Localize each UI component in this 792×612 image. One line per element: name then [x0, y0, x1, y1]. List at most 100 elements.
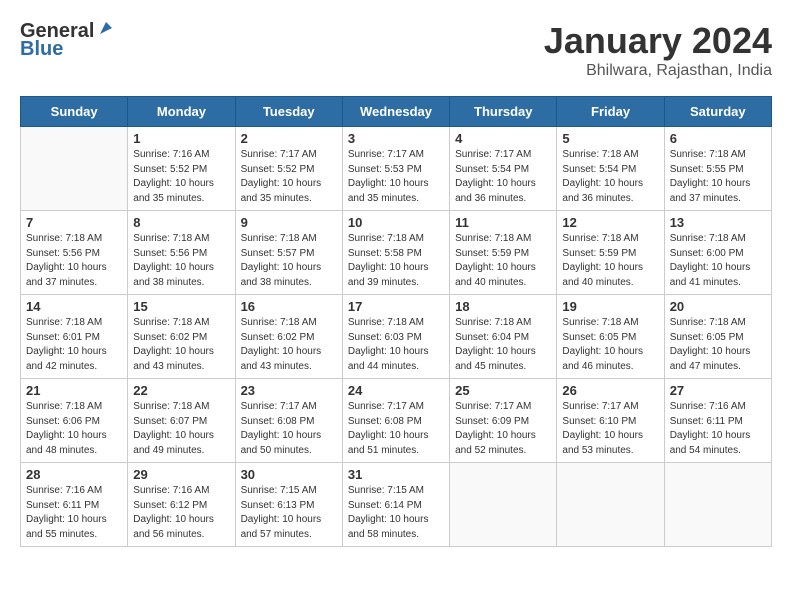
- day-number: 26: [562, 383, 658, 398]
- day-number: 16: [241, 299, 337, 314]
- day-info: Sunrise: 7:18 AMSunset: 5:54 PMDaylight:…: [562, 148, 658, 206]
- weekday-header: Thursday: [450, 97, 557, 127]
- calendar-cell: 20 Sunrise: 7:18 AMSunset: 6:05 PMDayligh…: [664, 295, 771, 379]
- weekday-header: Monday: [128, 97, 235, 127]
- calendar-cell: 19 Sunrise: 7:18 AMSunset: 6:05 PMDayligh…: [557, 295, 664, 379]
- calendar-cell: 4Sunrise: 7:17 AMSunset: 5:54 PMDaylight…: [450, 127, 557, 211]
- calendar-cell: 2 Sunrise: 7:17 AMSunset: 5:52 PMDaylight…: [235, 127, 342, 211]
- day-info: Sunrise: 7:18 AMSunset: 5:57 PMDaylight:…: [241, 232, 337, 290]
- day-number: 18: [455, 299, 551, 314]
- day-number: 8: [133, 215, 229, 230]
- day-info: Sunrise: 7:18 AMSunset: 5:59 PMDaylight:…: [455, 232, 551, 290]
- day-number: 27: [670, 383, 766, 398]
- calendar-cell: [21, 127, 128, 211]
- day-number: 31: [348, 467, 444, 482]
- day-info: Sunrise: 7:18 AMSunset: 5:56 PMDaylight:…: [133, 232, 229, 290]
- day-number: 17: [348, 299, 444, 314]
- day-info: Sunrise: 7:18 AMSunset: 6:00 PMDaylight:…: [670, 232, 766, 290]
- calendar-cell: [557, 463, 664, 547]
- weekday-header: Saturday: [664, 97, 771, 127]
- day-number: 29: [133, 467, 229, 482]
- calendar-cell: 15 Sunrise: 7:18 AMSunset: 6:02 PMDayligh…: [128, 295, 235, 379]
- calendar-cell: 13 Sunrise: 7:18 AMSunset: 6:00 PMDayligh…: [664, 211, 771, 295]
- calendar-cell: 3Sunrise: 7:17 AMSunset: 5:53 PMDaylight…: [342, 127, 449, 211]
- day-info: Sunrise: 7:16 AMSunset: 6:11 PMDaylight:…: [26, 484, 122, 542]
- day-info: Sunrise: 7:15 AMSunset: 6:13 PMDaylight:…: [241, 484, 337, 542]
- calendar-week-row: 7Sunrise: 7:18 AMSunset: 5:56 PMDaylight…: [21, 211, 772, 295]
- day-info: Sunrise: 7:18 AMSunset: 5:59 PMDaylight:…: [562, 232, 658, 290]
- day-info: Sunrise: 7:18 AMSunset: 6:01 PMDaylight:…: [26, 316, 122, 374]
- calendar-cell: 6 Sunrise: 7:18 AMSunset: 5:55 PMDaylight…: [664, 127, 771, 211]
- day-number: 13: [670, 215, 766, 230]
- day-number: 11: [455, 215, 551, 230]
- weekday-header-row: SundayMondayTuesdayWednesdayThursdayFrid…: [21, 97, 772, 127]
- calendar-cell: 1 Sunrise: 7:16 AMSunset: 5:52 PMDaylight…: [128, 127, 235, 211]
- day-info: Sunrise: 7:18 AMSunset: 6:07 PMDaylight:…: [133, 400, 229, 458]
- weekday-header: Friday: [557, 97, 664, 127]
- day-number: 28: [26, 467, 122, 482]
- weekday-header: Wednesday: [342, 97, 449, 127]
- month-title: January 2024: [544, 20, 772, 62]
- day-info: Sunrise: 7:18 AMSunset: 5:58 PMDaylight:…: [348, 232, 444, 290]
- day-info: Sunrise: 7:18 AMSunset: 6:05 PMDaylight:…: [670, 316, 766, 374]
- calendar-cell: 27 Sunrise: 7:16 AMSunset: 6:11 PMDayligh…: [664, 379, 771, 463]
- day-info: Sunrise: 7:17 AMSunset: 5:52 PMDaylight:…: [241, 148, 337, 206]
- day-number: 5: [562, 131, 658, 146]
- calendar-table: SundayMondayTuesdayWednesdayThursdayFrid…: [20, 96, 772, 547]
- calendar-week-row: 14 Sunrise: 7:18 AMSunset: 6:01 PMDayligh…: [21, 295, 772, 379]
- day-number: 22: [133, 383, 229, 398]
- day-number: 9: [241, 215, 337, 230]
- weekday-header: Sunday: [21, 97, 128, 127]
- day-info: Sunrise: 7:15 AMSunset: 6:14 PMDaylight:…: [348, 484, 444, 542]
- calendar-cell: 12 Sunrise: 7:18 AMSunset: 5:59 PMDayligh…: [557, 211, 664, 295]
- page-header: General Blue January 2024 Bhilwara, Raja…: [20, 20, 772, 80]
- weekday-header: Tuesday: [235, 97, 342, 127]
- day-number: 3: [348, 131, 444, 146]
- calendar-cell: 26 Sunrise: 7:17 AMSunset: 6:10 PMDayligh…: [557, 379, 664, 463]
- day-number: 15: [133, 299, 229, 314]
- day-info: Sunrise: 7:18 AMSunset: 5:55 PMDaylight:…: [670, 148, 766, 206]
- calendar-cell: 9 Sunrise: 7:18 AMSunset: 5:57 PMDaylight…: [235, 211, 342, 295]
- calendar-cell: 31 Sunrise: 7:15 AMSunset: 6:14 PMDayligh…: [342, 463, 449, 547]
- day-number: 2: [241, 131, 337, 146]
- day-info: Sunrise: 7:18 AMSunset: 6:04 PMDaylight:…: [455, 316, 551, 374]
- calendar-cell: 7Sunrise: 7:18 AMSunset: 5:56 PMDaylight…: [21, 211, 128, 295]
- day-number: 6: [670, 131, 766, 146]
- day-number: 30: [241, 467, 337, 482]
- day-info: Sunrise: 7:17 AMSunset: 6:08 PMDaylight:…: [241, 400, 337, 458]
- day-number: 14: [26, 299, 122, 314]
- calendar-cell: 18 Sunrise: 7:18 AMSunset: 6:04 PMDayligh…: [450, 295, 557, 379]
- day-number: 20: [670, 299, 766, 314]
- logo-bird-icon: [96, 20, 114, 38]
- calendar-cell: 5 Sunrise: 7:18 AMSunset: 5:54 PMDaylight…: [557, 127, 664, 211]
- calendar-cell: 22 Sunrise: 7:18 AMSunset: 6:07 PMDayligh…: [128, 379, 235, 463]
- day-number: 1: [133, 131, 229, 146]
- logo-text-blue: Blue: [20, 38, 114, 60]
- day-number: 4: [455, 131, 551, 146]
- calendar-cell: [450, 463, 557, 547]
- day-info: Sunrise: 7:18 AMSunset: 6:05 PMDaylight:…: [562, 316, 658, 374]
- day-number: 19: [562, 299, 658, 314]
- day-info: Sunrise: 7:16 AMSunset: 6:11 PMDaylight:…: [670, 400, 766, 458]
- day-info: Sunrise: 7:18 AMSunset: 6:02 PMDaylight:…: [133, 316, 229, 374]
- calendar-cell: 16Sunrise: 7:18 AMSunset: 6:02 PMDayligh…: [235, 295, 342, 379]
- calendar-cell: 14 Sunrise: 7:18 AMSunset: 6:01 PMDayligh…: [21, 295, 128, 379]
- calendar-cell: 24Sunrise: 7:17 AMSunset: 6:08 PMDayligh…: [342, 379, 449, 463]
- day-number: 25: [455, 383, 551, 398]
- calendar-cell: 11 Sunrise: 7:18 AMSunset: 5:59 PMDayligh…: [450, 211, 557, 295]
- calendar-cell: 8 Sunrise: 7:18 AMSunset: 5:56 PMDaylight…: [128, 211, 235, 295]
- day-info: Sunrise: 7:17 AMSunset: 6:10 PMDaylight:…: [562, 400, 658, 458]
- day-number: 24: [348, 383, 444, 398]
- day-number: 23: [241, 383, 337, 398]
- calendar-week-row: 1 Sunrise: 7:16 AMSunset: 5:52 PMDaylight…: [21, 127, 772, 211]
- day-number: 12: [562, 215, 658, 230]
- calendar-week-row: 28 Sunrise: 7:16 AMSunset: 6:11 PMDayligh…: [21, 463, 772, 547]
- day-info: Sunrise: 7:17 AMSunset: 6:09 PMDaylight:…: [455, 400, 551, 458]
- location-subtitle: Bhilwara, Rajasthan, India: [544, 62, 772, 80]
- day-info: Sunrise: 7:16 AMSunset: 5:52 PMDaylight:…: [133, 148, 229, 206]
- title-block: January 2024 Bhilwara, Rajasthan, India: [544, 20, 772, 80]
- day-info: Sunrise: 7:18 AMSunset: 6:03 PMDaylight:…: [348, 316, 444, 374]
- calendar-cell: 17 Sunrise: 7:18 AMSunset: 6:03 PMDayligh…: [342, 295, 449, 379]
- calendar-cell: [664, 463, 771, 547]
- day-info: Sunrise: 7:16 AMSunset: 6:12 PMDaylight:…: [133, 484, 229, 542]
